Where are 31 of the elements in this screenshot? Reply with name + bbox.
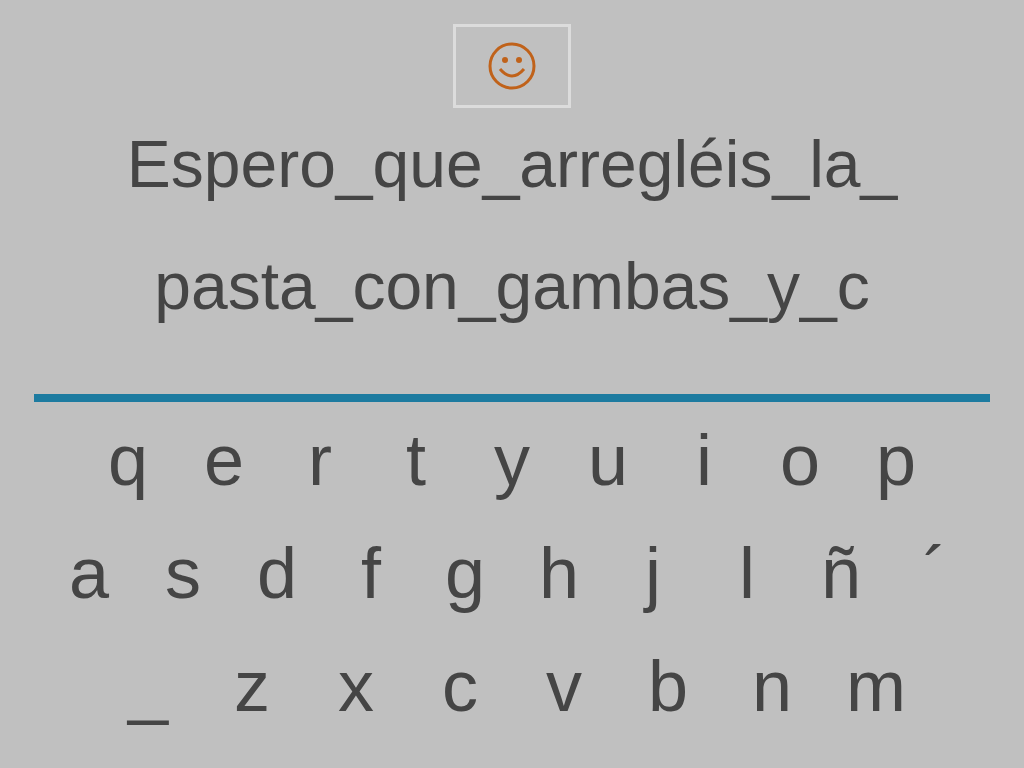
- letter-key[interactable]: q: [80, 416, 176, 504]
- letter-key[interactable]: c: [408, 642, 512, 730]
- smiley-icon: [487, 41, 537, 91]
- letter-key[interactable]: t: [368, 416, 464, 504]
- sentence-text: pasta_con_gambas_y_c: [154, 248, 870, 325]
- letter-key[interactable]: p: [848, 416, 944, 504]
- letter-key[interactable]: l: [700, 529, 794, 617]
- letter-key[interactable]: f: [324, 529, 418, 617]
- letter-key[interactable]: y: [464, 416, 560, 504]
- letter-key[interactable]: j: [606, 529, 700, 617]
- letter-key[interactable]: m: [824, 642, 928, 730]
- letter-key[interactable]: e: [176, 416, 272, 504]
- letter-key[interactable]: ñ: [794, 529, 888, 617]
- letter-key[interactable]: g: [418, 529, 512, 617]
- sentence-text: Espero_que_arregléis_la_: [126, 126, 898, 203]
- letter-key[interactable]: s: [136, 529, 230, 617]
- letter-key[interactable]: i: [656, 416, 752, 504]
- letter-key[interactable]: x: [304, 642, 408, 730]
- letter-key[interactable]: o: [752, 416, 848, 504]
- letter-key[interactable]: h: [512, 529, 606, 617]
- letter-key[interactable]: n: [720, 642, 824, 730]
- letter-key[interactable]: d: [230, 529, 324, 617]
- letter-key[interactable]: b: [616, 642, 720, 730]
- letter-key[interactable]: v: [512, 642, 616, 730]
- letter-key[interactable]: u: [560, 416, 656, 504]
- letter-key[interactable]: r: [272, 416, 368, 504]
- letter-key[interactable]: ´: [888, 529, 982, 617]
- letter-key[interactable]: _: [96, 642, 200, 730]
- letter-key[interactable]: a: [42, 529, 136, 617]
- smiley-button[interactable]: [453, 24, 571, 108]
- letter-key[interactable]: z: [200, 642, 304, 730]
